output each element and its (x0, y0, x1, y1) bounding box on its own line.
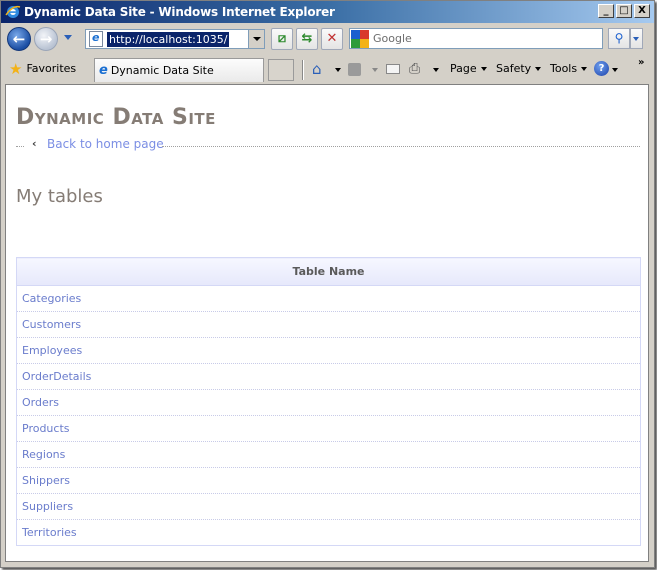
toolbar-separator (302, 60, 304, 80)
address-bar[interactable]: http://localhost:1035/ (85, 29, 265, 49)
chevron-down-icon (480, 66, 487, 71)
table-link[interactable]: Suppliers (22, 500, 73, 513)
table-link[interactable]: Orders (22, 396, 59, 409)
section-heading: My tables (16, 186, 103, 207)
back-button[interactable]: ← (7, 27, 31, 51)
stop-button[interactable]: ✕ (321, 28, 343, 50)
safety-menu-label: Safety (496, 62, 532, 75)
divider (16, 146, 24, 147)
table-cell: Suppliers (16, 493, 641, 520)
forward-arrow-icon: → (39, 30, 53, 48)
table-link[interactable]: Regions (22, 448, 65, 461)
read-mail-icon[interactable] (386, 64, 400, 74)
table-row: OrderDetails (16, 363, 641, 390)
search-options-dropdown[interactable] (630, 28, 643, 49)
table-row: Shippers (16, 467, 641, 494)
table-cell: Shippers (16, 467, 641, 494)
page-icon (89, 31, 103, 47)
table-cell: Products (16, 415, 641, 442)
browser-window: Dynamic Data Site - Windows Internet Exp… (0, 0, 655, 568)
column-header-table-name: Table Name (16, 257, 641, 286)
print-icon[interactable]: ⎙ (409, 62, 420, 76)
table-row: Suppliers (16, 493, 641, 520)
site-title: Dynamic Data Site (16, 105, 216, 130)
search-placeholder: Google (373, 32, 412, 45)
address-toolbar: ← → http://localhost:1035/ ⧄ ⇆ ✕ Google … (1, 23, 654, 55)
table-row: Orders (16, 389, 641, 416)
page-content: Dynamic Data Site ‹ Back to home page My… (5, 84, 649, 562)
minimize-button[interactable]: _ (598, 4, 614, 18)
recent-pages-dropdown[interactable] (64, 35, 72, 40)
ie-tab-icon: e (99, 63, 108, 78)
chevron-down-icon (535, 66, 542, 71)
table-cell: Employees (16, 337, 641, 364)
window-title: Dynamic Data Site - Windows Internet Exp… (24, 5, 335, 19)
magnifier-icon: ⚲ (614, 31, 624, 45)
tables-grid: Table Name Categories Customers Employees O… (16, 257, 641, 546)
home-icon[interactable]: ⌂ (312, 62, 322, 77)
tab-label: Dynamic Data Site (110, 64, 214, 77)
print-dropdown[interactable] (433, 68, 439, 72)
google-logo-icon (351, 29, 369, 48)
compatibility-view-button[interactable]: ⧄ (271, 28, 293, 50)
chevron-down-icon (581, 66, 588, 71)
table-row: Customers (16, 311, 641, 338)
back-arrow-icon: ← (12, 30, 26, 48)
table-row: Employees (16, 337, 641, 364)
table-link[interactable]: Shippers (22, 474, 70, 487)
table-link[interactable]: Products (22, 422, 70, 435)
refresh-button[interactable]: ⇆ (296, 28, 318, 50)
new-tab-button[interactable] (268, 59, 294, 81)
maximize-button[interactable]: □ (616, 4, 632, 18)
help-icon[interactable]: ? (594, 61, 609, 76)
address-dropdown-button[interactable] (248, 30, 264, 48)
table-cell: Categories (16, 285, 641, 312)
table-link[interactable]: Territories (22, 526, 77, 539)
divider (162, 146, 640, 147)
table-row: Territories (17, 520, 641, 546)
search-button[interactable]: ⚲ (608, 28, 630, 49)
tools-menu-label: Tools (550, 62, 578, 75)
breadcrumb: ‹ Back to home page (16, 137, 640, 153)
browser-tab[interactable]: e Dynamic Data Site (94, 58, 264, 82)
safety-menu[interactable]: Safety (496, 62, 542, 75)
star-icon: ★ (9, 59, 23, 78)
table-cell: Territories (17, 520, 641, 546)
table-link[interactable]: Customers (22, 318, 81, 331)
command-bar: ★ Favorites e Dynamic Data Site ⌂ ⎙ Page… (1, 55, 654, 83)
table-link[interactable]: OrderDetails (22, 370, 91, 383)
close-button[interactable]: X (634, 4, 650, 18)
table-cell: OrderDetails (16, 363, 641, 390)
tools-menu[interactable]: Tools (550, 62, 588, 75)
title-bar: Dynamic Data Site - Windows Internet Exp… (1, 1, 654, 23)
ie-logo-icon (5, 5, 21, 18)
table-row: Regions (16, 441, 641, 468)
back-chevron-icon: ‹ (32, 137, 37, 150)
table-row: Products (16, 415, 641, 442)
home-dropdown[interactable] (335, 68, 341, 72)
url-text[interactable]: http://localhost:1035/ (107, 31, 230, 47)
page-menu[interactable]: Page (450, 62, 487, 75)
toolbar-overflow-icon[interactable]: » (638, 57, 644, 68)
table-link[interactable]: Categories (22, 292, 81, 305)
table-row: Categories (16, 285, 641, 312)
feeds-icon[interactable] (348, 63, 361, 76)
help-dropdown[interactable] (612, 68, 618, 72)
page-menu-label: Page (450, 62, 477, 75)
forward-button[interactable]: → (34, 27, 58, 51)
table-link[interactable]: Employees (22, 344, 82, 357)
back-to-home-link[interactable]: Back to home page (47, 137, 164, 151)
favorites-button[interactable]: ★ Favorites (9, 59, 77, 78)
search-box[interactable]: Google (349, 28, 603, 49)
table-cell: Orders (16, 389, 641, 416)
table-cell: Regions (16, 441, 641, 468)
favorites-label: Favorites (26, 62, 77, 75)
table-cell: Customers (16, 311, 641, 338)
feeds-dropdown[interactable] (372, 68, 378, 72)
